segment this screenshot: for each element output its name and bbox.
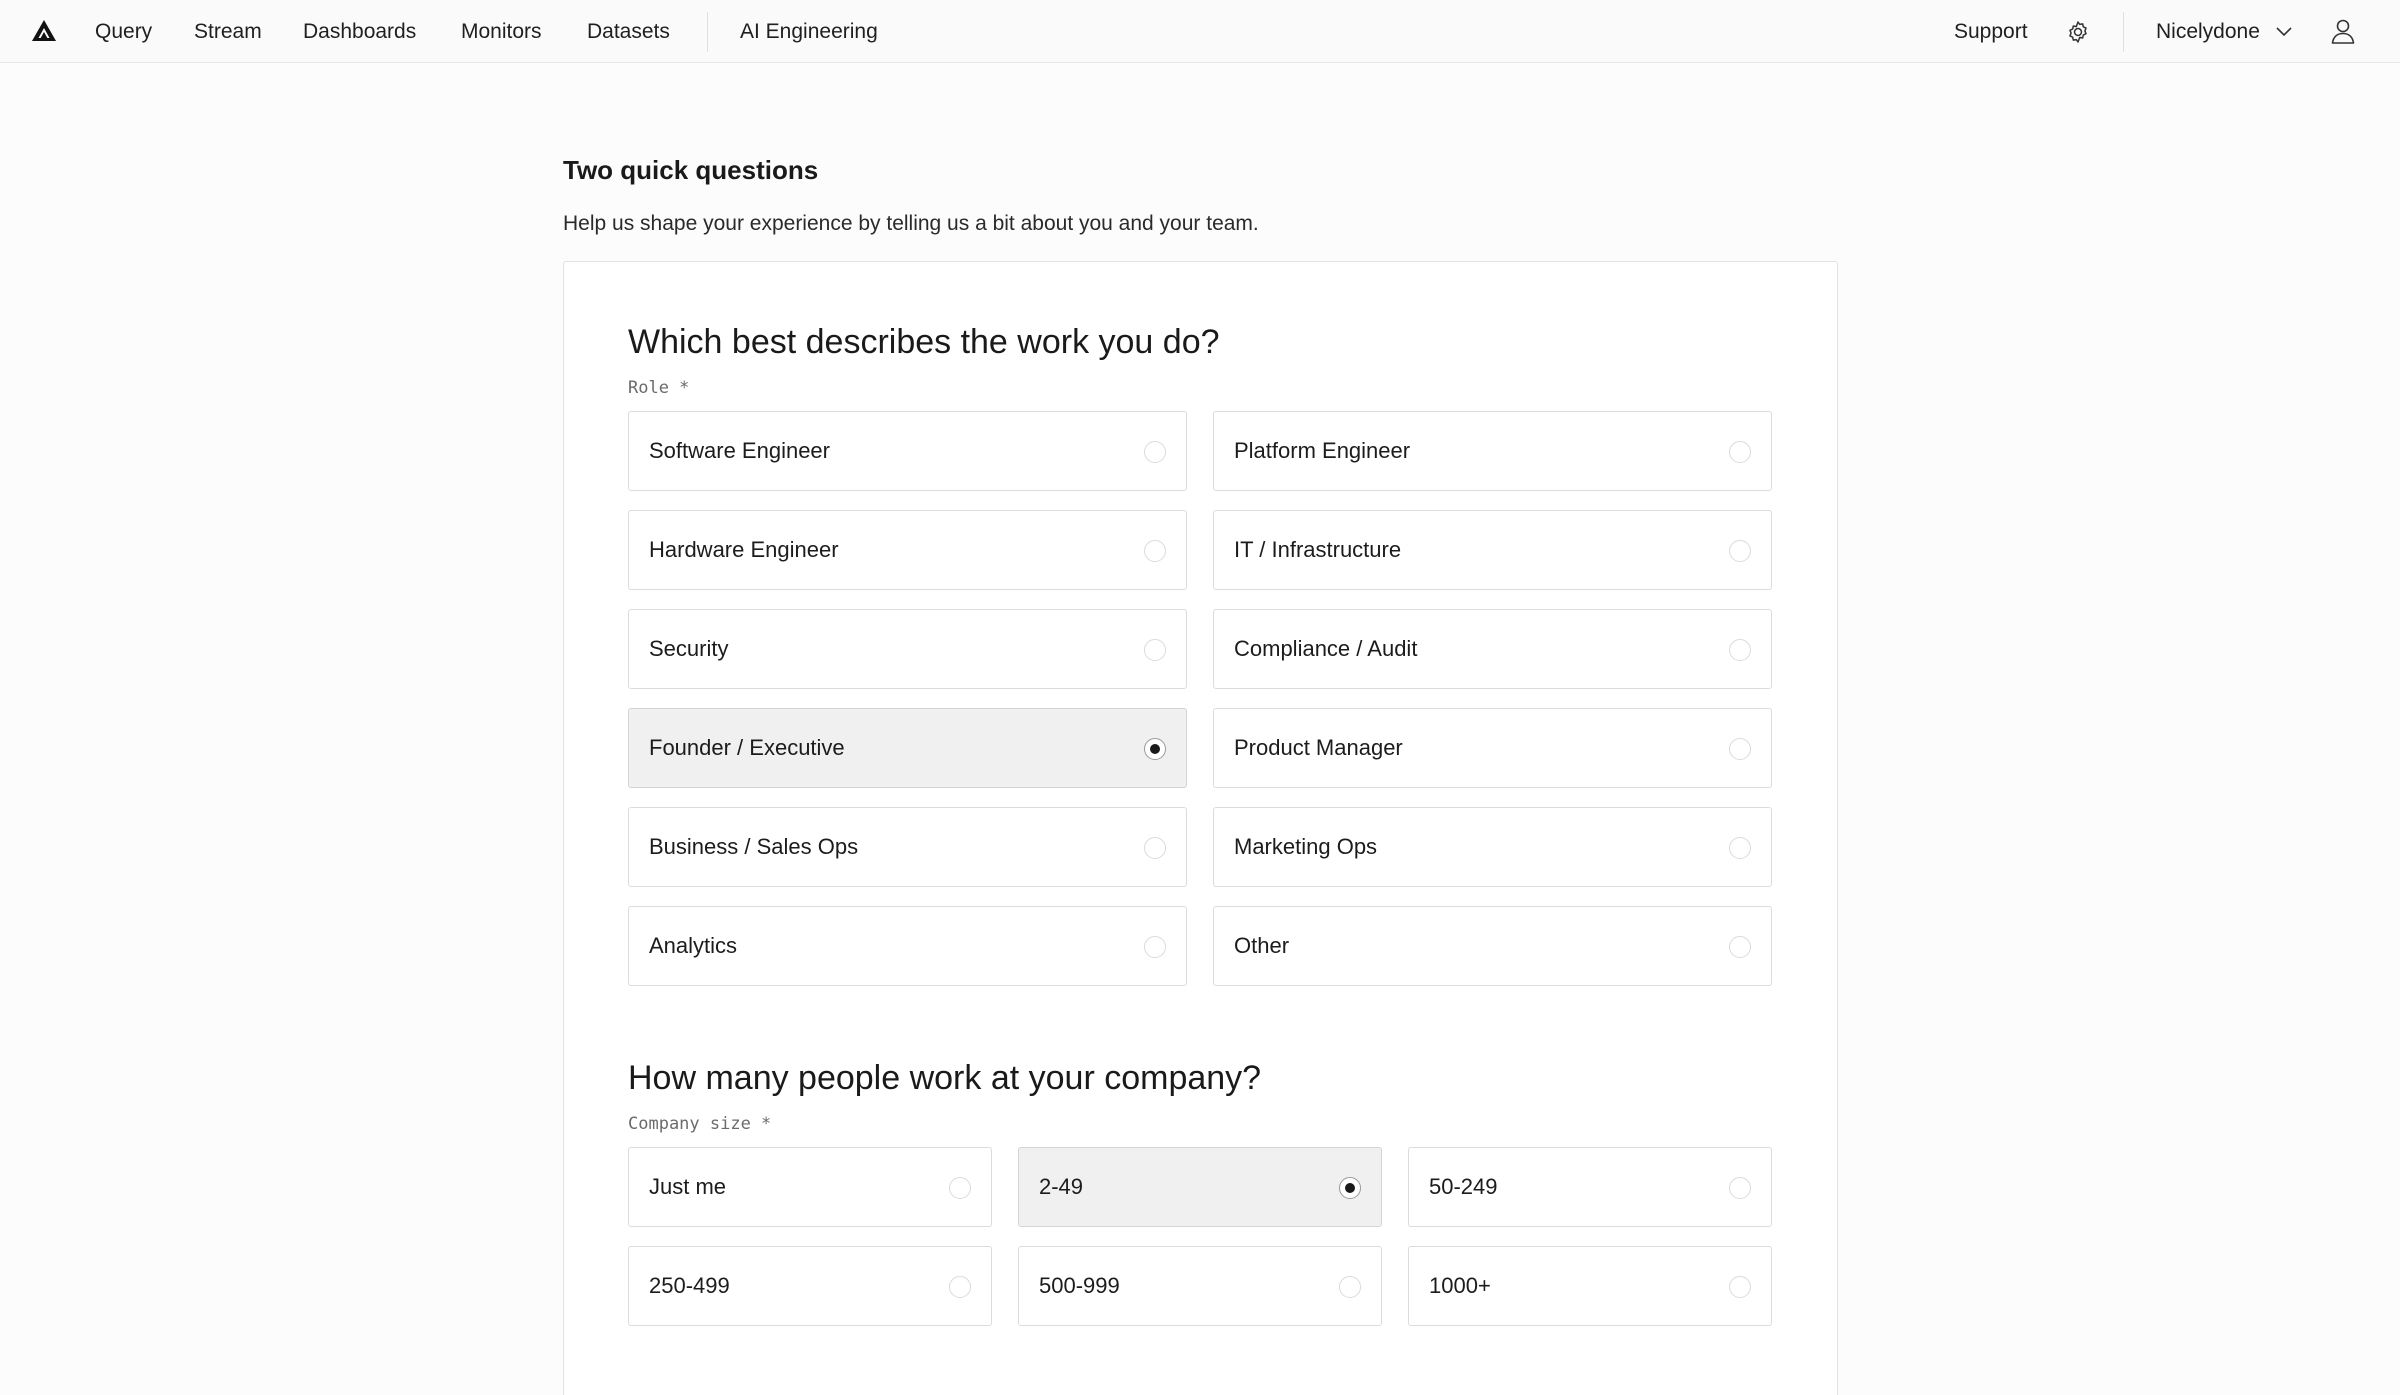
option-label: 250-499 xyxy=(649,1273,730,1298)
nav-stream[interactable]: Stream xyxy=(194,0,262,63)
role-option-business-sales-ops[interactable]: Business / Sales Ops xyxy=(628,807,1187,887)
settings-gear-icon[interactable] xyxy=(2065,19,2091,45)
role-option-hardware-engineer[interactable]: Hardware Engineer xyxy=(628,510,1187,590)
option-label: Marketing Ops xyxy=(1234,834,1378,859)
radio-unselected-icon[interactable] xyxy=(1144,441,1166,463)
role-option-compliance-audit[interactable]: Compliance / Audit xyxy=(1213,609,1772,689)
company-size-option-just-me[interactable]: Just me xyxy=(628,1147,992,1227)
option-label: Compliance / Audit xyxy=(1234,636,1418,661)
radio-unselected-icon[interactable] xyxy=(1729,738,1751,760)
option-label: Founder / Executive xyxy=(649,735,845,760)
radio-dot-icon xyxy=(1344,1182,1355,1193)
role-option-security[interactable]: Security xyxy=(628,609,1187,689)
role-question-title: Which best describes the work you do? xyxy=(628,323,1220,361)
page-subtitle: Help us shape your experience by telling… xyxy=(563,212,1259,235)
axiom-logo-icon[interactable] xyxy=(30,17,58,45)
org-switcher[interactable]: Nicelydone xyxy=(2156,0,2260,63)
radio-unselected-icon[interactable] xyxy=(1729,936,1751,958)
nav-monitors[interactable]: Monitors xyxy=(461,0,542,63)
option-label: Just me xyxy=(649,1174,727,1199)
company-size-option-2-49[interactable]: 2-49 xyxy=(1018,1147,1382,1227)
nav-divider-right xyxy=(2123,12,2124,52)
user-profile-icon[interactable] xyxy=(2329,17,2357,45)
radio-selected-icon[interactable] xyxy=(1339,1177,1361,1199)
company-size-field-label: Company size * xyxy=(628,1114,772,1134)
radio-unselected-icon[interactable] xyxy=(1729,639,1751,661)
role-option-marketing-ops[interactable]: Marketing Ops xyxy=(1213,807,1772,887)
radio-selected-icon[interactable] xyxy=(1144,738,1166,760)
nav-query[interactable]: Query xyxy=(95,0,152,63)
role-option-product-manager[interactable]: Product Manager xyxy=(1213,708,1772,788)
radio-unselected-icon[interactable] xyxy=(1144,837,1166,859)
company-size-option-1000[interactable]: 1000+ xyxy=(1408,1246,1772,1326)
role-option-other[interactable]: Other xyxy=(1213,906,1772,986)
role-field-label: Role * xyxy=(628,378,690,398)
radio-dot-icon xyxy=(1149,743,1160,754)
radio-unselected-icon[interactable] xyxy=(1144,540,1166,562)
company-size-option-250-499[interactable]: 250-499 xyxy=(628,1246,992,1326)
role-option-platform-engineer[interactable]: Platform Engineer xyxy=(1213,411,1772,491)
role-option-analytics[interactable]: Analytics xyxy=(628,906,1187,986)
radio-unselected-icon[interactable] xyxy=(1729,837,1751,859)
company-question-title: How many people work at your company? xyxy=(628,1059,1262,1097)
option-label: Product Manager xyxy=(1234,735,1403,760)
option-label: 50-249 xyxy=(1429,1174,1498,1199)
radio-unselected-icon[interactable] xyxy=(949,1177,971,1199)
option-label: Other xyxy=(1234,933,1290,958)
nav-ai-engineering[interactable]: AI Engineering xyxy=(740,0,878,63)
radio-unselected-icon[interactable] xyxy=(1729,540,1751,562)
option-label: Hardware Engineer xyxy=(649,537,839,562)
option-label: Software Engineer xyxy=(649,438,830,463)
page-title: Two quick questions xyxy=(563,155,819,185)
chevron-down-icon[interactable] xyxy=(2275,24,2293,40)
role-option-software-engineer[interactable]: Software Engineer xyxy=(628,411,1187,491)
option-label: Analytics xyxy=(649,933,738,958)
role-option-it-infrastructure[interactable]: IT / Infrastructure xyxy=(1213,510,1772,590)
radio-unselected-icon[interactable] xyxy=(1729,441,1751,463)
nav-divider xyxy=(707,12,708,52)
radio-unselected-icon[interactable] xyxy=(1729,1177,1751,1199)
option-label: 1000+ xyxy=(1429,1273,1491,1298)
radio-unselected-icon[interactable] xyxy=(1729,1276,1751,1298)
radio-unselected-icon[interactable] xyxy=(949,1276,971,1298)
nav-support[interactable]: Support xyxy=(1954,0,2028,63)
radio-unselected-icon[interactable] xyxy=(1144,936,1166,958)
role-option-founder-executive[interactable]: Founder / Executive xyxy=(628,708,1187,788)
nav-dashboards[interactable]: Dashboards xyxy=(303,0,416,63)
company-size-option-50-249[interactable]: 50-249 xyxy=(1408,1147,1772,1227)
radio-unselected-icon[interactable] xyxy=(1339,1276,1361,1298)
option-label: 500-999 xyxy=(1039,1273,1120,1298)
nav-datasets[interactable]: Datasets xyxy=(587,0,670,63)
option-label: Security xyxy=(649,636,729,661)
option-label: 2-49 xyxy=(1039,1174,1084,1199)
option-label: Business / Sales Ops xyxy=(649,834,859,859)
company-size-option-500-999[interactable]: 500-999 xyxy=(1018,1246,1382,1326)
radio-unselected-icon[interactable] xyxy=(1144,639,1166,661)
option-label: IT / Infrastructure xyxy=(1234,537,1402,562)
option-label: Platform Engineer xyxy=(1234,438,1411,463)
top-navigation: Query Stream Dashboards Monitors Dataset… xyxy=(0,0,2400,63)
